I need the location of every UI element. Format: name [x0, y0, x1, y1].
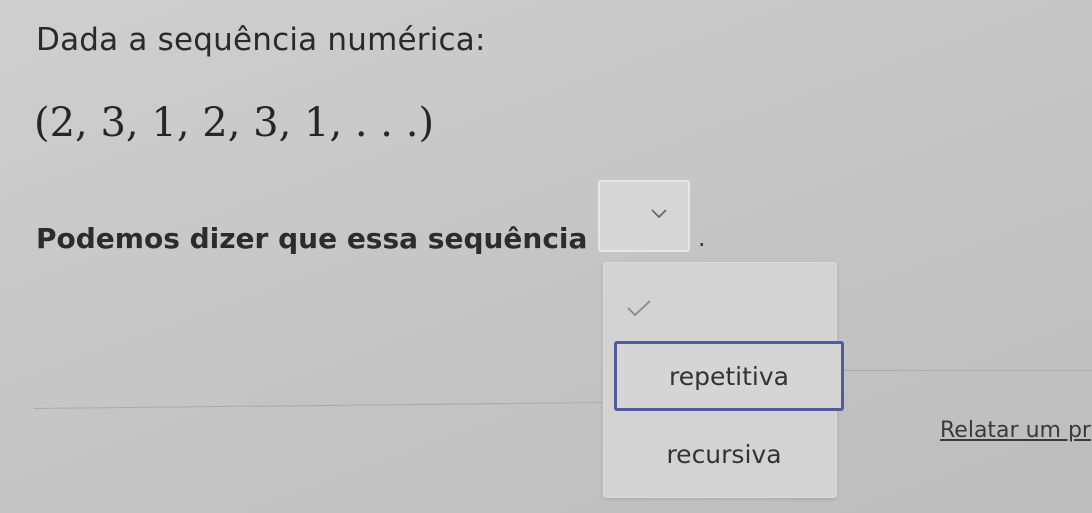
- check-icon: [627, 300, 651, 317]
- option-empty-selected[interactable]: [604, 263, 836, 339]
- options-dropdown: repetitiva recursiva: [603, 262, 844, 498]
- divider-line-right: [835, 370, 1092, 371]
- divider-line-left: [34, 402, 606, 409]
- number-sequence: (2, 3, 1, 2, 3, 1, . . .): [34, 100, 435, 146]
- option-repetitiva[interactable]: repetitiva: [614, 341, 844, 411]
- sentence-period: .: [698, 224, 706, 252]
- report-problem-link[interactable]: Relatar um pr: [940, 418, 1091, 443]
- option-label: repetitiva: [669, 361, 789, 391]
- answer-dropdown-box[interactable]: [598, 180, 690, 252]
- option-label: recursiva: [666, 439, 782, 469]
- intro-text: Dada a sequência numérica:: [36, 22, 486, 58]
- question-prompt: Podemos dizer que essa sequência é: [36, 222, 617, 255]
- option-recursiva[interactable]: recursiva: [614, 419, 834, 489]
- chevron-down-icon: [651, 209, 667, 219]
